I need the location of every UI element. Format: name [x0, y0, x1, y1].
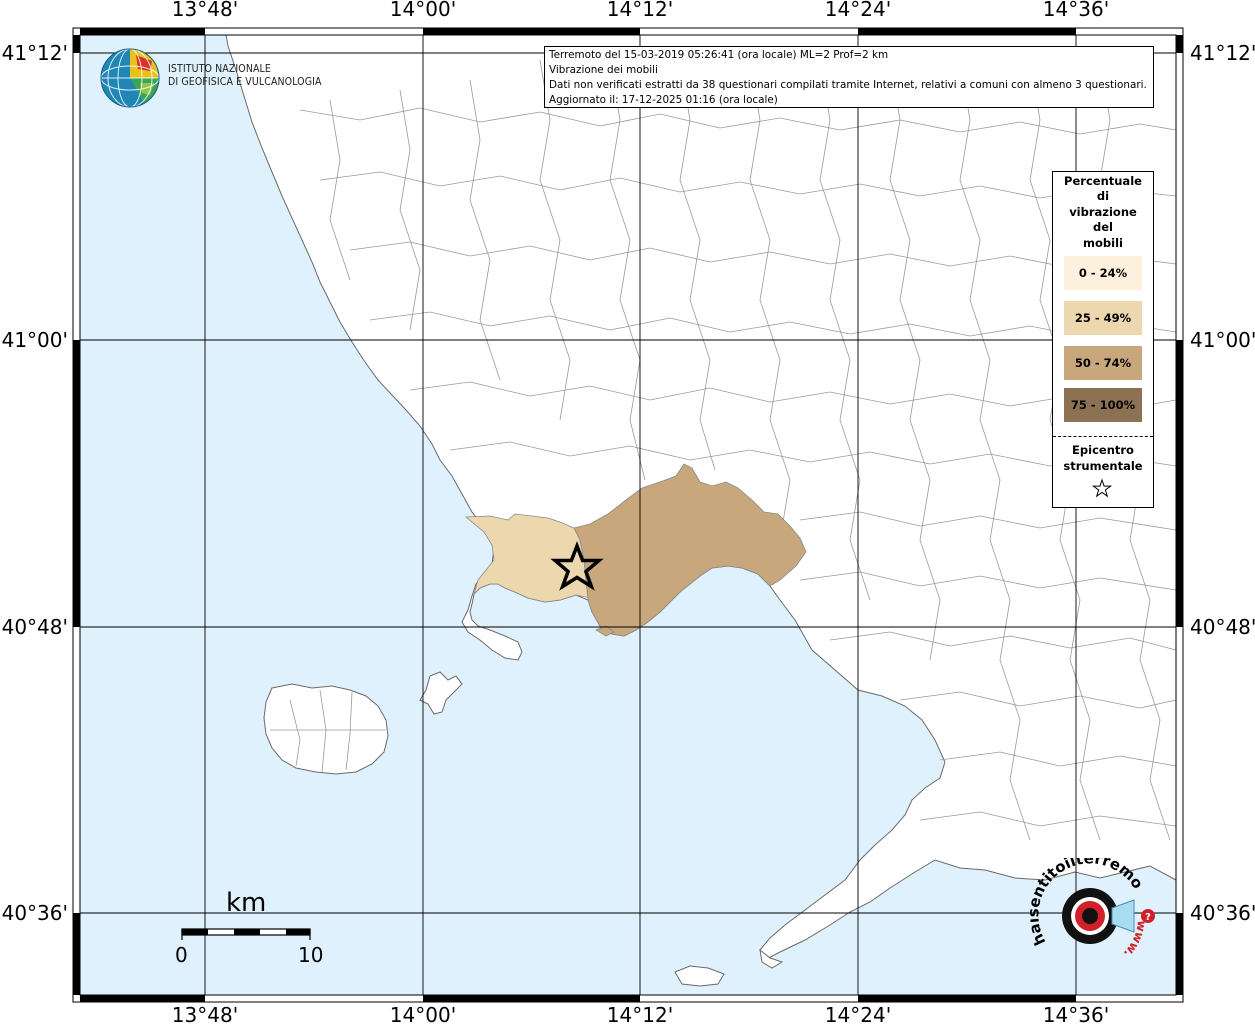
scale-max: 10: [298, 943, 324, 967]
logo-line: DI GEOFISICA E VULCANOLOGIA: [168, 76, 322, 88]
left-tick-label: 40°48': [2, 615, 68, 639]
event-title: Terremoto del 15-03-2019 05:26:41 (ora l…: [549, 49, 889, 61]
left-tick-label: 40°36': [2, 901, 68, 925]
legend-class-0-24: 0 - 24%: [1064, 256, 1142, 290]
bottom-tick-label: 13°48': [172, 1003, 238, 1024]
legend-title-line: vibrazione: [1069, 204, 1137, 219]
update-timestamp: Aggiornato il: 17-12-2025 01:16 (ora loc…: [549, 94, 778, 106]
svg-text:?: ?: [1145, 912, 1151, 923]
ingv-logo: ISTITUTO NAZIONALE DI GEOFISICA E VULCAN…: [100, 47, 330, 111]
legend-title: Percentuale di vibrazione del mobili: [1053, 174, 1153, 251]
bottom-tick-label: 14°36': [1043, 1003, 1109, 1024]
right-tick-label: 40°36': [1190, 901, 1255, 925]
top-tick-label: 13°48': [172, 0, 238, 21]
epicenter-legend-line: Epicentro: [1072, 443, 1134, 457]
top-tick-labels: 13°48' 14°00' 14°12' 14°24' 14°36': [172, 0, 1109, 21]
legend-divider: [1053, 436, 1153, 437]
scale-unit: km: [226, 888, 267, 918]
legend-class-50-74: 50 - 74%: [1064, 346, 1142, 380]
scale-min: 0: [175, 943, 188, 967]
legend: Percentuale di vibrazione del mobili 0 -…: [1052, 171, 1154, 508]
globe-icon: [100, 48, 160, 108]
legend-title-line: mobili: [1083, 235, 1123, 250]
bottom-tick-label: 14°00': [390, 1003, 456, 1024]
top-tick-label: 14°36': [1043, 0, 1109, 21]
top-tick-label: 14°00': [390, 0, 456, 21]
haisentito-logo: haisentitoilterremoto.it www. ?: [1030, 858, 1155, 961]
bottom-tick-label: 14°24': [825, 1003, 891, 1024]
bottom-tick-label: 14°12': [607, 1003, 673, 1024]
right-tick-label: 41°00': [1190, 328, 1255, 352]
right-tick-label: 41°12': [1190, 41, 1255, 65]
legend-class-75-100: 75 - 100%: [1064, 388, 1142, 422]
top-tick-label: 14°12': [607, 0, 673, 21]
legend-title-line: Percentuale: [1064, 174, 1142, 188]
left-tick-labels: 41°12' 41°00' 40°48' 40°36': [2, 41, 68, 925]
epicenter-legend-line: strumentale: [1063, 459, 1143, 473]
logo-line: ISTITUTO NAZIONALE: [168, 63, 271, 75]
ingv-logo-text: ISTITUTO NAZIONALE DI GEOFISICA E VULCAN…: [168, 63, 322, 89]
map-subject: Vibrazione dei mobili: [549, 64, 658, 76]
legend-title-line: del: [1093, 220, 1113, 235]
left-tick-label: 41°12': [2, 41, 68, 65]
legend-star-icon: [1091, 478, 1113, 498]
right-tick-labels: 41°12' 41°00' 40°48' 40°36': [1190, 41, 1255, 925]
top-tick-label: 14°24': [825, 0, 891, 21]
legend-class-25-49: 25 - 49%: [1064, 301, 1142, 335]
right-tick-label: 40°48': [1190, 615, 1255, 639]
data-disclaimer: Dati non verificati estratti da 38 quest…: [549, 79, 1147, 91]
legend-title-line: di: [1096, 189, 1110, 204]
bottom-tick-labels: 13°48' 14°00' 14°12' 14°24' 14°36': [172, 1003, 1109, 1024]
left-tick-label: 41°00': [2, 328, 68, 352]
epicenter-legend-label: Epicentro strumentale: [1053, 442, 1153, 474]
event-info-box: Terremoto del 15-03-2019 05:26:41 (ora l…: [544, 46, 1154, 108]
